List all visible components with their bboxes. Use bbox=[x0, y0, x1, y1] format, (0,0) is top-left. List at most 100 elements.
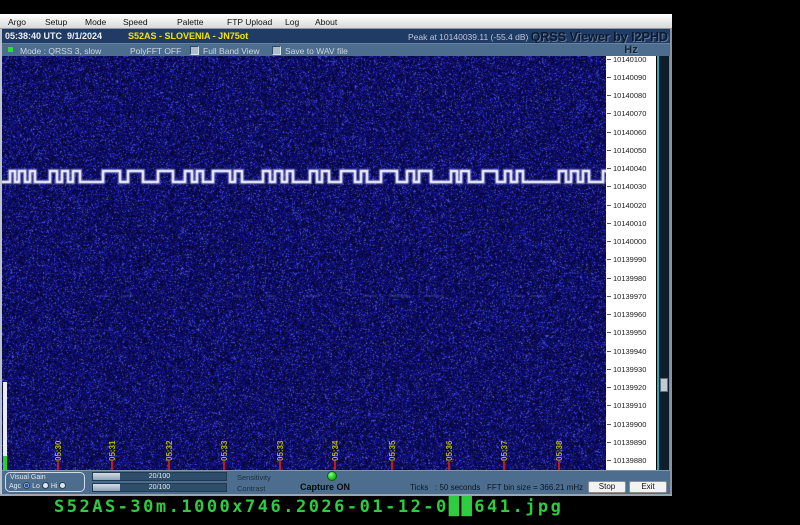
full-band-label: Full Band View bbox=[203, 46, 260, 56]
freq-tick bbox=[607, 59, 611, 60]
freq-label: 10140100 bbox=[613, 56, 646, 64]
freq-tick bbox=[607, 351, 611, 352]
freq-label: 10140020 bbox=[613, 201, 646, 210]
sensitivity-label: Sensitivity bbox=[237, 473, 271, 482]
freq-label: 10139910 bbox=[613, 401, 646, 410]
freq-label: 10139940 bbox=[613, 347, 646, 356]
menu-item-speed[interactable]: Speed bbox=[123, 17, 148, 27]
menu-item-palette[interactable]: Palette bbox=[177, 17, 203, 27]
freq-label: 10139880 bbox=[613, 456, 646, 465]
freq-tick bbox=[607, 460, 611, 461]
agc-label: Agc bbox=[9, 483, 21, 490]
freq-label: 10139980 bbox=[613, 274, 646, 283]
exit-button[interactable]: Exit bbox=[629, 481, 667, 493]
freq-label: 10140010 bbox=[613, 219, 646, 228]
screen: Argo Setup Mode Speed Palette FTP Upload Log Ab… bbox=[0, 0, 800, 525]
freq-tick bbox=[607, 278, 611, 279]
hi-label: Hi bbox=[51, 483, 58, 490]
mode-row: Mode : QRSS 3, slow PolyFFT OFF Full Ban… bbox=[0, 43, 672, 56]
capture-led-icon bbox=[327, 471, 337, 481]
window-border-right bbox=[670, 29, 672, 495]
menu-item-ftp-upload[interactable]: FTP Upload bbox=[227, 17, 272, 27]
freq-tick bbox=[607, 223, 611, 224]
frequency-scrollbar[interactable] bbox=[657, 56, 671, 470]
contrast-slider[interactable]: 20/100 bbox=[92, 483, 227, 492]
save-wav-label: Save to WAV file bbox=[285, 46, 348, 56]
freq-label: 10139960 bbox=[613, 310, 646, 319]
freq-label: 10140090 bbox=[613, 73, 646, 82]
visual-gain-label: Visual Gain bbox=[10, 474, 46, 481]
hi-radio[interactable] bbox=[59, 482, 66, 489]
freq-label: 10139990 bbox=[613, 255, 646, 264]
freq-tick bbox=[607, 387, 611, 388]
frequency-scale: 10140100 10140090 10140080 10140070 10140060… bbox=[606, 56, 656, 474]
agc-radio[interactable] bbox=[23, 482, 30, 489]
menu-item-setup[interactable]: Setup bbox=[45, 17, 67, 27]
freq-tick bbox=[607, 369, 611, 370]
freq-label: 10140080 bbox=[613, 91, 646, 100]
window-border-left bbox=[0, 29, 2, 495]
freq-label: 10140040 bbox=[613, 164, 646, 173]
freq-label: 10140070 bbox=[613, 109, 646, 118]
app-title: QRSS Viewer by I2PHD bbox=[478, 30, 668, 44]
lo-radio[interactable] bbox=[42, 482, 49, 489]
sensitivity-slider[interactable]: 20/100 bbox=[92, 472, 227, 481]
freq-tick bbox=[607, 405, 611, 406]
gain-radio-row: Agc Lo Hi bbox=[9, 482, 68, 490]
level-meter bbox=[3, 382, 7, 456]
hz-unit-label: Hz bbox=[606, 44, 656, 56]
waterfall-display[interactable] bbox=[2, 56, 606, 470]
contrast-value: 20/100 bbox=[93, 484, 226, 491]
freq-tick bbox=[607, 241, 611, 242]
freq-tick bbox=[607, 77, 611, 78]
freq-tick bbox=[607, 424, 611, 425]
freq-label: 10140050 bbox=[613, 146, 646, 155]
save-wav-checkbox[interactable] bbox=[272, 46, 281, 55]
stop-button[interactable]: Stop bbox=[588, 481, 626, 493]
scrollbar-thumb[interactable] bbox=[660, 378, 668, 392]
freq-label: 10139890 bbox=[613, 438, 646, 447]
full-band-checkbox[interactable] bbox=[190, 46, 199, 55]
freq-tick bbox=[607, 168, 611, 169]
freq-tick bbox=[607, 442, 611, 443]
freq-label: 10140000 bbox=[613, 237, 646, 246]
freq-tick bbox=[607, 296, 611, 297]
freq-tick bbox=[607, 314, 611, 315]
freq-tick bbox=[607, 205, 611, 206]
polyfft-label[interactable]: PolyFFT OFF bbox=[130, 46, 181, 56]
clock-utc: 05:38:40 UTC 9/1/2024 bbox=[5, 31, 102, 41]
menu-bar: Argo Setup Mode Speed Palette FTP Upload Log Ab… bbox=[0, 14, 672, 29]
freq-label: 10140060 bbox=[613, 128, 646, 137]
freq-tick bbox=[607, 186, 611, 187]
level-meter-active bbox=[3, 456, 7, 470]
freq-label: 10140030 bbox=[613, 182, 646, 191]
status-row: 05:38:40 UTC 9/1/2024 S52AS - SLOVENIA -… bbox=[0, 29, 672, 43]
menu-item-argo[interactable]: Argo bbox=[8, 17, 26, 27]
capture-status[interactable]: Capture ON bbox=[300, 482, 350, 492]
menu-item-mode[interactable]: Mode bbox=[85, 17, 106, 27]
menu-item-log[interactable]: Log bbox=[285, 17, 299, 27]
contrast-label: Contrast bbox=[237, 484, 265, 493]
freq-tick bbox=[607, 132, 611, 133]
visual-gain-group: Visual Gain Agc Lo Hi bbox=[5, 472, 85, 492]
freq-label: 10139970 bbox=[613, 292, 646, 301]
capture-filename: S52AS-30m.1000x746.2026-01-12-0██641.jpg bbox=[54, 497, 563, 517]
mode-label: Mode : QRSS 3, slow bbox=[20, 46, 101, 56]
freq-tick bbox=[607, 259, 611, 260]
freq-label: 10139950 bbox=[613, 328, 646, 337]
freq-tick bbox=[607, 150, 611, 151]
menu-item-about[interactable]: About bbox=[315, 17, 337, 27]
freq-label: 10139930 bbox=[613, 365, 646, 374]
fft-bin-readout: FFT bin size = 366.21 mHz bbox=[487, 483, 583, 492]
window-border-bottom bbox=[0, 494, 672, 496]
freq-label: 10139920 bbox=[613, 383, 646, 392]
freq-tick bbox=[607, 113, 611, 114]
sensitivity-value: 20/100 bbox=[93, 473, 226, 480]
lo-label: Lo bbox=[32, 483, 40, 490]
ticks-readout: Ticks : 50 seconds bbox=[410, 483, 480, 492]
freq-label: 10139900 bbox=[613, 420, 646, 429]
station-callsign: S52AS - SLOVENIA - JN75ot bbox=[128, 31, 248, 41]
freq-tick bbox=[607, 95, 611, 96]
mode-led-icon bbox=[8, 47, 13, 52]
freq-tick bbox=[607, 332, 611, 333]
